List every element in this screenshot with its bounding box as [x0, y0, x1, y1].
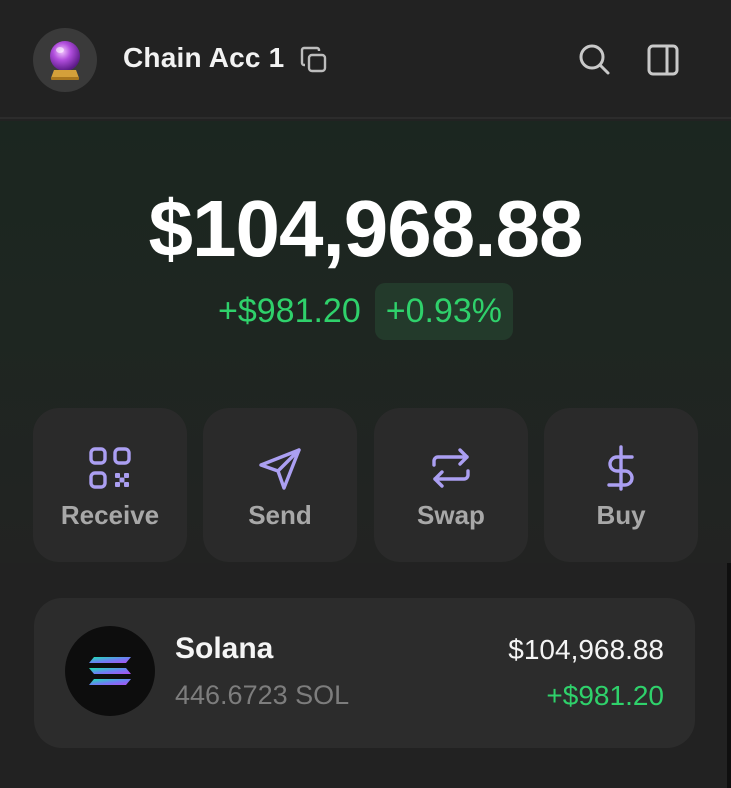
header: Chain Acc 1 [0, 0, 731, 119]
account-avatar[interactable] [33, 28, 97, 92]
dollar-icon [607, 445, 634, 491]
crystal-ball-icon [50, 41, 80, 80]
send-label: Send [248, 500, 312, 530]
token-row-solana[interactable]: Solana 446.6723 SOL $104,968.88 +$981.20 [34, 598, 695, 748]
qr-code-icon [89, 447, 131, 489]
swap-icon [432, 448, 470, 488]
copy-icon[interactable] [299, 45, 329, 75]
token-value: $104,968.88 [508, 634, 664, 665]
receive-button[interactable]: Receive [33, 408, 187, 562]
send-icon [259, 448, 301, 490]
total-balance: $104,968.88 [148, 184, 584, 273]
swap-button[interactable]: Swap [374, 408, 528, 562]
token-amount: 446.6723 SOL [175, 680, 350, 710]
solana-logo-icon [65, 626, 155, 716]
search-icon[interactable] [576, 41, 612, 77]
balance-change-amount: +$981.20 [217, 292, 361, 330]
action-buttons: Receive Send Swap Buy [33, 408, 698, 562]
buy-button[interactable]: Buy [544, 408, 698, 562]
wallet-app: Chain Acc 1 $104,968.88 +$981.20 +0.93% [0, 0, 731, 788]
swap-label: Swap [417, 500, 485, 530]
balance-change-row: +$981.20 +0.93% [0, 283, 731, 340]
scrollbar-track[interactable] [727, 563, 731, 788]
balance-change-percent-badge: +0.93% [374, 283, 514, 340]
receive-label: Receive [60, 500, 160, 530]
token-change: +$981.20 [546, 680, 664, 711]
side-panel-icon[interactable] [645, 42, 681, 78]
send-button[interactable]: Send [203, 408, 357, 562]
buy-label: Buy [596, 500, 646, 530]
token-name: Solana [175, 632, 274, 665]
account-name[interactable]: Chain Acc 1 [123, 42, 284, 74]
